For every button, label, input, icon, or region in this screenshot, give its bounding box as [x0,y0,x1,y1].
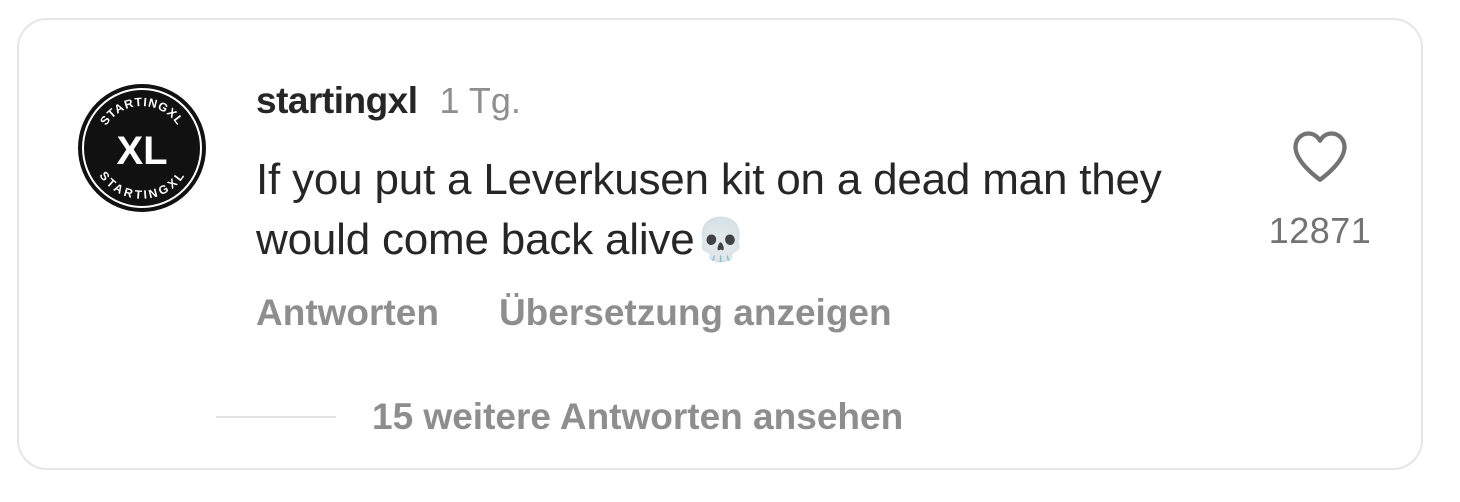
startingxl-logo-icon: STARTINGXL STARTINGXL XL [78,84,206,212]
show-translation-button[interactable]: Übersetzung anzeigen [499,292,892,334]
comment-header: startingxl 1 Tg. [256,80,521,124]
timestamp: 1 Tg. [439,80,521,121]
comment-actions: Antworten Übersetzung anzeigen [256,292,892,334]
view-more-replies-button[interactable]: 15 weitere Antworten ansehen [216,396,903,438]
heart-icon[interactable] [1290,128,1350,184]
divider-line [216,416,336,418]
reply-button[interactable]: Antworten [256,292,439,334]
like-count: 12871 [1268,210,1372,251]
view-more-replies-label: 15 weitere Antworten ansehen [372,396,904,437]
username[interactable]: startingxl [256,80,418,122]
like-section: 12871 [1260,128,1380,252]
comment-text: If you put a Leverkusen kit on a dead ma… [256,150,1246,270]
svg-text:XL: XL [116,129,167,173]
avatar[interactable]: STARTINGXL STARTINGXL XL [76,82,208,214]
skull-emoji-icon: 💀 [694,216,747,263]
